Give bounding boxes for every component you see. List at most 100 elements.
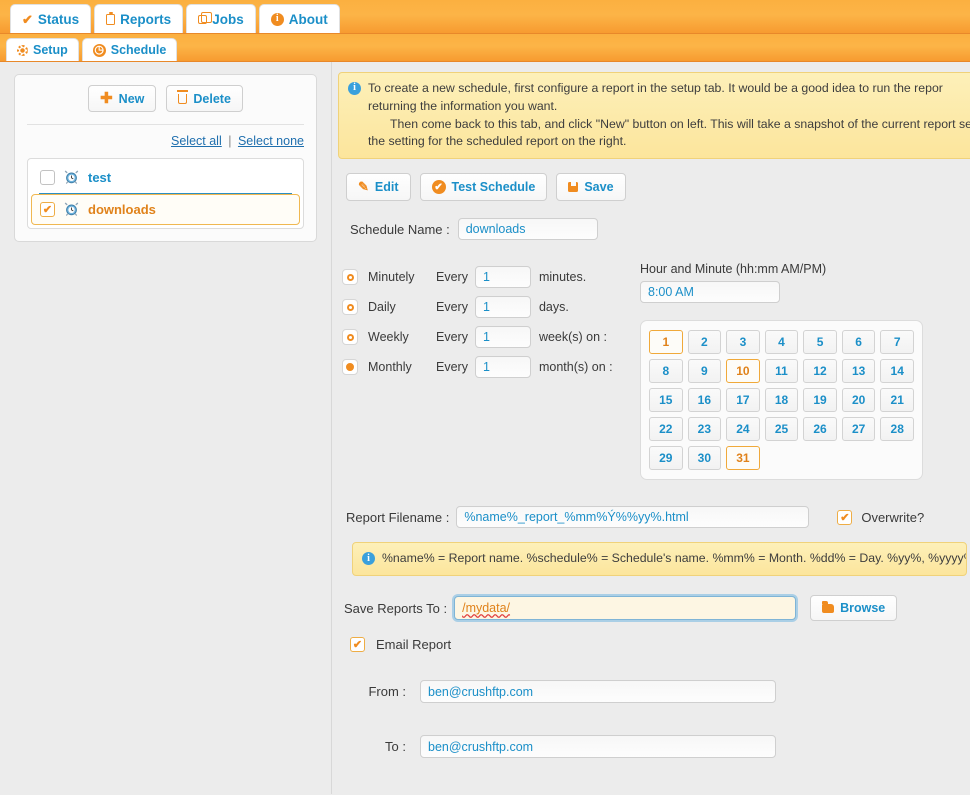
list-item[interactable]: ✔ downloads <box>31 194 300 225</box>
gear-icon <box>17 44 28 56</box>
day-of-month-grid: 1 2 3 4 5 6 7 8 9 10 11 12 13 14 15 16 17 18 19 20 21 22 23 24 2… <box>640 320 923 481</box>
email-to-input[interactable]: ben@crushftp.com <box>420 735 776 759</box>
disk-icon <box>568 182 579 193</box>
day-cell-3[interactable]: 3 <box>726 330 760 355</box>
pencil-icon: ✎ <box>358 179 369 195</box>
info-icon: i <box>270 12 284 26</box>
tab-schedule[interactable]: Schedule <box>81 38 178 61</box>
email-report-checkbox[interactable]: ✔ <box>350 637 365 653</box>
day-cell-27[interactable]: 27 <box>841 417 876 442</box>
clock-icon <box>92 43 106 57</box>
day-cell-30[interactable]: 30 <box>687 446 722 471</box>
radio-minutely[interactable] <box>342 269 358 286</box>
frequency-row-weekly: Weekly Every 1 week(s) on : <box>342 322 632 352</box>
save-button[interactable]: Save <box>556 173 626 202</box>
minutely-interval-input[interactable]: 1 <box>474 266 531 289</box>
primary-tab-strip: ✔ Status Reports Jobs i About <box>10 0 970 33</box>
schedule-name-field-label: Schedule Name : <box>350 221 450 237</box>
tab-status[interactable]: ✔ Status <box>10 4 92 33</box>
day-cell-6[interactable]: 6 <box>841 330 876 355</box>
report-filename-row: Report Filename : %name%_report_%mm%Ý%%y… <box>342 506 970 529</box>
frequency-options: Minutely Every 1 minutes. Daily Every 1 … <box>342 262 632 480</box>
day-cell-20[interactable]: 20 <box>841 388 876 413</box>
every-label-weekly: Every <box>436 330 468 345</box>
daily-interval-input[interactable]: 1 <box>474 296 531 319</box>
day-cell-18[interactable]: 18 <box>764 388 799 413</box>
day-cell-24[interactable]: 24 <box>726 417 760 442</box>
radio-weekly[interactable] <box>342 329 358 346</box>
select-links: Select all | Select none <box>27 124 304 148</box>
info-icon: i <box>362 552 375 566</box>
email-from-label: From : <box>368 684 406 700</box>
day-cell-13[interactable]: 13 <box>841 359 876 384</box>
tab-reports[interactable]: Reports <box>94 4 184 33</box>
every-label-daily: Every <box>436 300 468 315</box>
save-button-label: Save <box>584 180 614 195</box>
weekly-interval-input[interactable]: 1 <box>474 326 531 349</box>
save-reports-to-input[interactable]: /mydata/ <box>454 596 797 621</box>
tab-setup[interactable]: Setup <box>6 38 79 61</box>
day-cell-16[interactable]: 16 <box>687 388 722 413</box>
day-cell-1[interactable]: 1 <box>649 330 683 355</box>
test-schedule-button[interactable]: ✔ Test Schedule <box>419 173 548 202</box>
select-none-link[interactable]: Select none <box>238 134 304 148</box>
delete-button[interactable]: Delete <box>166 85 243 112</box>
day-cell-22[interactable]: 22 <box>649 417 683 442</box>
frequency-row-monthly: Monthly Every 1 month(s) on : <box>342 352 632 382</box>
day-cell-14[interactable]: 14 <box>880 359 914 384</box>
radio-minutely-label: Minutely <box>368 270 415 285</box>
day-cell-26[interactable]: 26 <box>803 417 837 442</box>
delete-button-label: Delete <box>193 91 231 106</box>
list-item[interactable]: test <box>31 162 300 193</box>
day-cell-25[interactable]: 25 <box>764 417 799 442</box>
day-cell-8[interactable]: 8 <box>649 359 683 384</box>
report-filename-input[interactable]: %name%_report_%mm%Ý%%yy%.html <box>456 506 810 529</box>
frequency-row-minutely: Minutely Every 1 minutes. <box>342 262 632 292</box>
day-cell-7[interactable]: 7 <box>880 330 914 355</box>
edit-button[interactable]: ✎ Edit <box>346 173 411 202</box>
email-to-label: To : <box>385 739 406 755</box>
email-report-label: Email Report <box>376 637 452 653</box>
day-cell-4[interactable]: 4 <box>764 330 799 355</box>
time-and-days: Hour and Minute (hh:mm AM/PM) 8:00 AM 12… <box>632 262 970 481</box>
tab-about[interactable]: i About <box>258 4 340 33</box>
day-cell-17[interactable]: 17 <box>726 388 760 413</box>
hour-minute-input[interactable]: 8:00 AM <box>640 281 780 304</box>
filename-tokens-banner: i %name% = Report name. %schedule% = Sch… <box>352 542 967 577</box>
secondary-tab-bar: Setup Schedule <box>0 34 970 62</box>
new-button-label: New <box>118 91 145 106</box>
filename-tokens-text: %name% = Report name. %schedule% = Sched… <box>382 551 967 566</box>
schedule-name-label: downloads <box>88 202 156 217</box>
schedule-name-row: Schedule Name : downloads <box>346 218 970 241</box>
schedule-checkbox[interactable] <box>40 170 55 185</box>
day-cell-12[interactable]: 12 <box>803 359 837 384</box>
day-cell-15[interactable]: 15 <box>649 388 683 413</box>
day-cell-21[interactable]: 21 <box>880 388 914 413</box>
day-cell-10[interactable]: 10 <box>726 359 760 384</box>
frequency-row-daily: Daily Every 1 days. <box>342 292 632 322</box>
radio-monthly[interactable] <box>342 359 358 376</box>
schedule-name-input[interactable]: downloads <box>457 218 598 241</box>
day-cell-29[interactable]: 29 <box>649 446 683 471</box>
monthly-interval-input[interactable]: 1 <box>474 356 531 379</box>
day-cell-19[interactable]: 19 <box>803 388 837 413</box>
day-cell-31[interactable]: 31 <box>726 446 760 471</box>
new-button[interactable]: ✚ New <box>88 85 157 112</box>
overwrite-checkbox[interactable]: ✔ <box>837 509 853 525</box>
day-cell-23[interactable]: 23 <box>687 417 722 442</box>
every-label-minutely: Every <box>436 270 468 285</box>
monthly-unit-label: month(s) on : <box>538 360 613 375</box>
select-all-link[interactable]: Select all <box>171 134 222 148</box>
browse-button[interactable]: Browse <box>810 595 898 622</box>
tab-jobs[interactable]: Jobs <box>186 4 256 33</box>
day-cell-9[interactable]: 9 <box>687 359 722 384</box>
radio-monthly-label: Monthly <box>368 360 412 375</box>
day-cell-11[interactable]: 11 <box>764 359 799 384</box>
day-cell-5[interactable]: 5 <box>803 330 837 355</box>
day-cell-2[interactable]: 2 <box>687 330 722 355</box>
day-cell-28[interactable]: 28 <box>880 417 914 442</box>
email-from-input[interactable]: ben@crushftp.com <box>420 680 776 704</box>
schedule-checkbox[interactable]: ✔ <box>40 202 55 217</box>
radio-daily[interactable] <box>342 299 358 316</box>
alarm-clock-icon <box>64 170 79 185</box>
